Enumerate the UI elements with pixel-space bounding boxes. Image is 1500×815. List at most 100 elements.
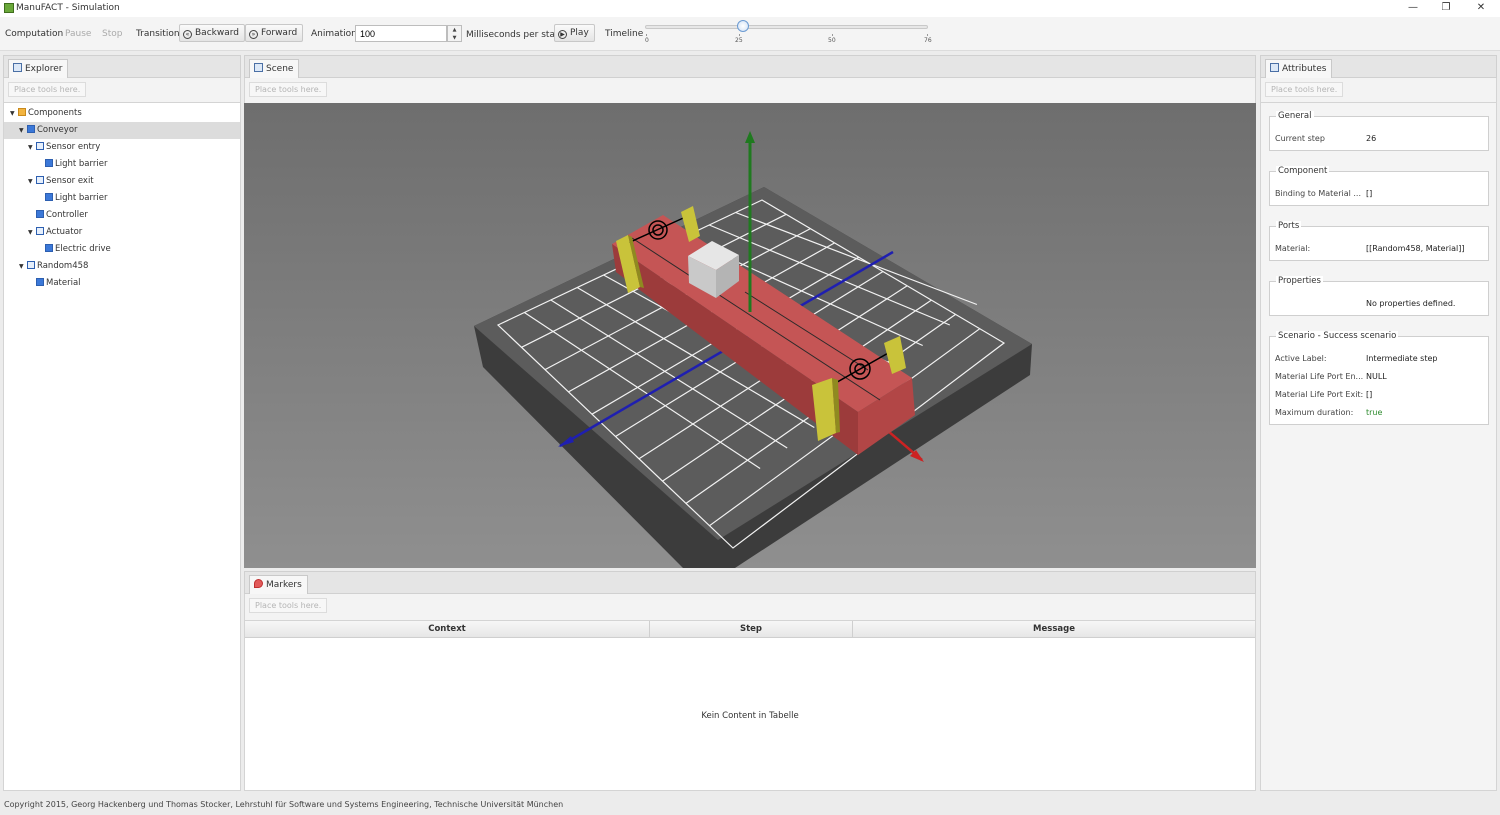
- tab-attributes[interactable]: Attributes: [1265, 59, 1333, 78]
- play-button[interactable]: ▶ Play: [554, 24, 595, 42]
- group-title: General: [1276, 111, 1314, 121]
- attributes-tools-placeholder: Place tools here.: [1265, 82, 1344, 97]
- tab-markers[interactable]: Markers: [249, 575, 308, 594]
- tree-item[interactable]: Electric drive: [4, 241, 240, 258]
- transition-label: Transition: [136, 29, 180, 39]
- tree-item-label: Electric drive: [55, 244, 111, 254]
- tree-item-label: Sensor exit: [46, 176, 94, 186]
- expand-arrow-icon[interactable]: ▼: [28, 139, 36, 156]
- group-component: Component Binding to Material ... []: [1269, 166, 1489, 206]
- group-scenario: Scenario - Success scenario Active Label…: [1269, 331, 1489, 425]
- play-icon: ▶: [558, 30, 567, 39]
- timeline-slider-thumb[interactable]: [737, 20, 749, 32]
- timeline-slider-track[interactable]: [645, 25, 928, 29]
- tree-item-label: Random458: [37, 261, 89, 271]
- expand-arrow-icon[interactable]: ▼: [28, 173, 36, 190]
- maximize-button[interactable]: ❐: [1433, 1, 1459, 15]
- animation-label: Animation: [311, 29, 357, 39]
- expand-arrow-icon[interactable]: ▼: [19, 122, 27, 139]
- attr-key-active-label: Active Label:: [1275, 354, 1327, 363]
- group-title: Ports: [1276, 221, 1302, 231]
- expand-arrow-icon[interactable]: ▼: [19, 258, 27, 275]
- attributes-toolarea: Place tools here.: [1260, 78, 1497, 102]
- tree-item[interactable]: Light barrier: [4, 190, 240, 207]
- column-header-step[interactable]: Step: [650, 621, 853, 638]
- attr-value-active-label: Intermediate step: [1366, 354, 1438, 363]
- backward-button[interactable]: «Backward: [179, 24, 245, 42]
- explorer-tree: ▼ Components ▼ Conveyor ▼ Sensor entry Light b…: [3, 102, 241, 791]
- timeline-tick: [927, 34, 928, 36]
- window-title: ManuFACT - Simulation: [16, 3, 120, 13]
- stop-button[interactable]: Stop: [102, 29, 122, 39]
- animation-input[interactable]: [355, 25, 447, 42]
- component-icon: [36, 210, 44, 218]
- attributes-panel: General Current step 26 Component Bindin…: [1260, 102, 1497, 791]
- backward-icon: «: [183, 30, 192, 39]
- copyright-text: Copyright 2015, Georg Hackenberg und Tho…: [4, 800, 564, 809]
- tree-item[interactable]: ▼ Components: [4, 105, 240, 122]
- timeline-tick: [646, 34, 647, 36]
- group-title: Scenario - Success scenario: [1276, 331, 1399, 341]
- attr-value-life-port-entry: NULL: [1366, 372, 1387, 381]
- forward-icon: »: [249, 30, 258, 39]
- timeline-tick: [739, 34, 740, 36]
- markers-tools-placeholder: Place tools here.: [249, 598, 328, 613]
- group-title: Properties: [1276, 276, 1323, 286]
- timeline-tick-label: 76: [924, 37, 932, 44]
- tree-item[interactable]: ▼ Sensor entry: [4, 139, 240, 156]
- play-label: Play: [570, 28, 589, 38]
- tree-item[interactable]: ▼ Random458: [4, 258, 240, 275]
- subcomponent-icon: [36, 142, 44, 150]
- spin-up-icon[interactable]: ▲: [448, 26, 461, 34]
- toolbar: Computation Pause Stop Transition «Backw…: [0, 17, 1500, 51]
- tree-item[interactable]: ▼ Conveyor: [4, 122, 240, 139]
- expand-arrow-icon[interactable]: ▼: [28, 224, 36, 241]
- tree-item[interactable]: Material: [4, 275, 240, 292]
- tree-item-label: Material: [46, 278, 81, 288]
- subcomponent-icon: [36, 176, 44, 184]
- attr-key-life-port-entry: Material Life Port En...: [1275, 372, 1364, 381]
- status-bar: Copyright 2015, Georg Hackenberg und Tho…: [0, 797, 1500, 815]
- tree-item[interactable]: ▼ Actuator: [4, 224, 240, 241]
- marker-pin-icon: [254, 579, 263, 588]
- group-general: General Current step 26: [1269, 111, 1489, 151]
- tree-item[interactable]: Controller: [4, 207, 240, 224]
- tree-item[interactable]: ▼ Sensor exit: [4, 173, 240, 190]
- attributes-tabstrip: Attributes: [1260, 55, 1497, 78]
- forward-button[interactable]: » Forward: [245, 24, 304, 42]
- tab-scene[interactable]: Scene: [249, 59, 300, 78]
- tree-item-label: Controller: [46, 210, 88, 220]
- component-icon: [45, 244, 53, 252]
- markers-table: Context Step Message Kein Content in Tab…: [244, 620, 1256, 791]
- tab-explorer-label: Explorer: [25, 64, 63, 74]
- spin-down-icon[interactable]: ▼: [448, 34, 461, 42]
- tree-item[interactable]: Light barrier: [4, 156, 240, 173]
- animation-spinner[interactable]: ▲ ▼: [447, 25, 462, 42]
- folder-icon: [18, 108, 26, 116]
- title-bar: ManuFACT - Simulation — ❐ ✕: [0, 0, 1500, 17]
- scene-viewport[interactable]: [244, 103, 1256, 568]
- timeline-tick-label: 50: [828, 37, 836, 44]
- explorer-toolarea: Place tools here.: [3, 78, 241, 102]
- component-icon: [36, 278, 44, 286]
- tree-item-label: Actuator: [46, 227, 83, 237]
- tree-item-label: Components: [28, 108, 82, 118]
- column-header-context[interactable]: Context: [245, 621, 650, 638]
- explorer-tools-placeholder: Place tools here.: [8, 82, 87, 97]
- component-icon: [27, 125, 35, 133]
- attr-key-material-port: Material:: [1275, 244, 1311, 253]
- attr-value-life-port-exit: []: [1366, 390, 1373, 399]
- column-header-message[interactable]: Message: [853, 621, 1255, 638]
- tree-item-label: Sensor entry: [46, 142, 101, 152]
- expand-arrow-icon[interactable]: ▼: [10, 105, 18, 122]
- markers-toolarea: Place tools here.: [244, 594, 1256, 620]
- app-logo-icon: [4, 3, 14, 13]
- subcomponent-icon: [27, 261, 35, 269]
- close-button[interactable]: ✕: [1468, 1, 1494, 15]
- explorer-tabstrip: Explorer: [3, 55, 241, 78]
- attr-key-max-duration: Maximum duration:: [1275, 408, 1354, 417]
- tab-explorer[interactable]: Explorer: [8, 59, 69, 78]
- minimize-button[interactable]: —: [1400, 1, 1426, 15]
- pause-button[interactable]: Pause: [65, 29, 91, 39]
- attr-key-binding: Binding to Material ...: [1275, 189, 1362, 198]
